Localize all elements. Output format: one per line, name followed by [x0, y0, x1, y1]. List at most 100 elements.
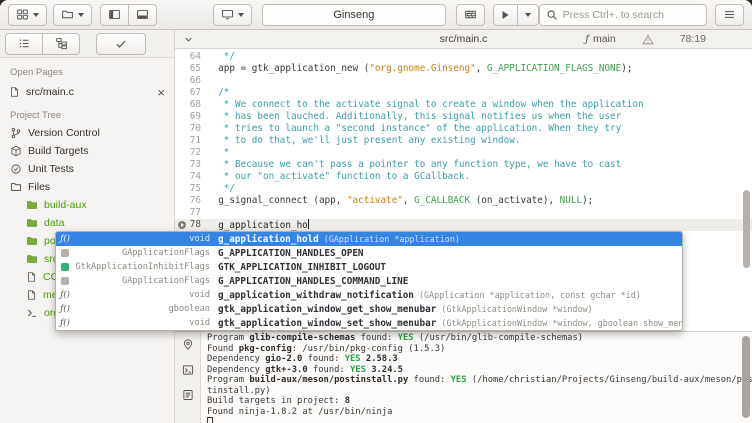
build-output-log[interactable]: Program glib-compile-schemas found: YES … [201, 332, 752, 423]
code-segment: , [476, 63, 487, 74]
sidebar-view-switcher [5, 33, 80, 55]
completion-item[interactable]: ƒ()voidg_application_withdraw_notificati… [56, 288, 682, 302]
code-text[interactable]: * Because we can't pass a pointer to any… [205, 159, 621, 171]
line-number[interactable]: 69 [175, 111, 205, 123]
completion-item[interactable]: GtkApplicationInhibitFlagsGTK_APPLICATIO… [56, 260, 682, 274]
code-text[interactable]: app = gtk_application_new ("org.gnome.Gi… [205, 63, 632, 75]
code-lines: 64 */65 app = gtk_application_new ("org.… [175, 51, 752, 231]
line-number[interactable]: 75 [175, 183, 205, 195]
tree-view-button[interactable] [42, 33, 80, 55]
log-segment: found: [302, 354, 344, 364]
tree-item-unit-tests[interactable]: Unit Tests [0, 160, 174, 178]
line-number[interactable]: 67 [175, 87, 205, 99]
build-button[interactable] [456, 4, 485, 26]
code-text[interactable]: */ [205, 183, 235, 195]
completion-item[interactable]: GApplicationFlagsG_APPLICATION_HANDLES_O… [56, 246, 682, 260]
toggle-left-panel-button[interactable] [100, 4, 129, 26]
line-number[interactable]: 66 [175, 75, 205, 87]
messages-tab[interactable] [182, 338, 194, 351]
tree-item-version-control[interactable]: Version Control [0, 124, 174, 142]
tree-item-build-aux[interactable]: build-aux [0, 196, 174, 214]
log-line: Found ninja-1.8.2 at /usr/bin/ninja [207, 407, 752, 418]
code-line: 66 [175, 75, 752, 87]
function-symbol-icon: ƒ [585, 34, 589, 45]
tree-item-files[interactable]: Files [0, 178, 174, 196]
code-text[interactable]: g_application_ho [205, 219, 309, 231]
code-line: 71 * to do that, we'll just present any … [175, 135, 752, 147]
omnibar[interactable]: Ginseng [262, 4, 446, 26]
code-text[interactable]: * We connect to the activate signal to c… [205, 99, 644, 111]
global-search-input[interactable]: Press Ctrl+. to search [539, 4, 707, 26]
tree-item-data[interactable]: data [0, 214, 174, 232]
surface-switcher-button[interactable] [8, 4, 47, 26]
code-text[interactable]: */ [205, 51, 235, 63]
current-line-marker [178, 221, 186, 229]
code-text[interactable]: * to do that, we'll just present any exi… [205, 135, 520, 147]
line-number[interactable]: 73 [175, 159, 205, 171]
completion-item[interactable]: GApplicationFlagsG_APPLICATION_HANDLES_C… [56, 274, 682, 288]
todo-check-button[interactable] [96, 33, 146, 55]
code-text[interactable]: * tries to launch a "second instance" of… [205, 123, 621, 135]
line-number[interactable]: 71 [175, 135, 205, 147]
line-number[interactable]: 68 [175, 99, 205, 111]
warning-icon[interactable] [642, 34, 654, 45]
code-line: 73 * Because we can't pass a pointer to … [175, 159, 752, 171]
branch-icon [10, 127, 22, 139]
line-number[interactable]: 77 [175, 207, 205, 219]
editor-status-cluster: ƒ main 78:19 [585, 33, 706, 45]
completion-type: gboolean [74, 304, 210, 314]
line-number[interactable]: 70 [175, 123, 205, 135]
logs-tab[interactable] [182, 389, 194, 401]
run-button[interactable] [493, 4, 518, 26]
code-text[interactable] [205, 75, 207, 87]
code-segment: * Because we can't pass a pointer to any… [207, 159, 621, 170]
code-segment: * [207, 147, 229, 158]
code-segment: "org.gnome.Ginseng" [369, 63, 475, 74]
code-segment [207, 220, 218, 231]
tree-item-build-targets[interactable]: Build Targets [0, 142, 174, 160]
log-segment: Program [207, 375, 249, 385]
completion-item[interactable]: ƒ()voidgtk_application_window_set_show_m… [56, 316, 682, 330]
run-options-button[interactable] [517, 4, 539, 26]
line-number[interactable]: 78 [175, 219, 205, 231]
log-segment: found: [408, 375, 450, 385]
open-page-item[interactable]: src/main.c × [0, 81, 174, 103]
code-text[interactable] [205, 207, 207, 219]
monitor-icon [221, 8, 234, 21]
log-line: Dependency gtk+-3.0 found: YES 3.24.5 [207, 365, 752, 376]
line-number[interactable]: 64 [175, 51, 205, 63]
toggle-bottom-panel-button[interactable] [128, 4, 157, 26]
log-segment: Found [207, 344, 239, 354]
completion-item[interactable]: ƒ()gbooleangtk_application_window_get_sh… [56, 302, 682, 316]
code-text[interactable]: * has been lauched. Additionally, this s… [205, 111, 621, 123]
panel-scrollbar[interactable] [742, 336, 750, 418]
panel-toggle-group [100, 4, 157, 26]
line-number[interactable]: 74 [175, 171, 205, 183]
open-folder-icon [61, 8, 74, 21]
folder-green-icon [26, 199, 38, 211]
code-text[interactable]: g_signal_connect (app, "activate", G_CAL… [205, 195, 593, 207]
function-icon: ƒ() [56, 290, 74, 300]
list-view-button[interactable] [5, 33, 43, 55]
term-icon [26, 307, 38, 319]
code-text[interactable]: * our "on_activate" function to a GCallb… [205, 171, 470, 183]
cube-icon [10, 145, 22, 157]
line-number[interactable]: 65 [175, 63, 205, 75]
editor-top-bar: src/main.c ƒ main 78:19 [175, 30, 752, 49]
line-number[interactable]: 76 [175, 195, 205, 207]
current-symbol[interactable]: ƒ main [585, 33, 615, 45]
completion-item[interactable]: ƒ()voidg_application_hold (GApplication … [56, 232, 682, 246]
app-menu-button[interactable] [715, 4, 744, 26]
line-number[interactable]: 72 [175, 147, 205, 159]
code-text[interactable]: /* [205, 87, 229, 99]
code-segment: g_signal_connect (app, [207, 195, 347, 206]
code-text[interactable]: * [205, 147, 229, 159]
terminal-cursor [207, 417, 213, 423]
tree-item-label: Build Targets [28, 145, 89, 157]
left-panel-icon [108, 8, 121, 21]
device-selector-button[interactable] [213, 4, 252, 26]
open-button[interactable] [53, 4, 92, 26]
terminal-tab[interactable] [182, 364, 194, 376]
close-icon[interactable]: × [157, 86, 165, 99]
editor-scrollbar[interactable] [743, 190, 750, 268]
